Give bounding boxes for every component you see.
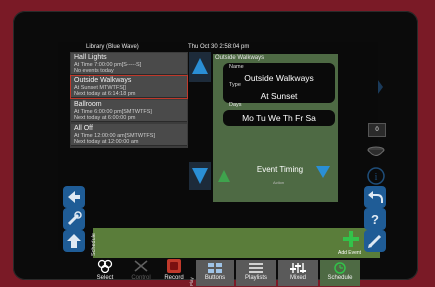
circles-icon [97, 259, 113, 273]
add-event-icon[interactable] [343, 231, 359, 247]
days-field[interactable]: Days Mo Tu We Th Fr Sa [223, 102, 335, 126]
control-label: Control [131, 275, 151, 281]
mixed-icon [290, 263, 306, 273]
record-button[interactable]: Record [161, 259, 187, 287]
screen: Library (Blue Wave) Thu Oct 30 2:58:04 p… [58, 42, 380, 286]
event-name: Hall Lights [74, 54, 107, 61]
tab-buttons-label: Buttons [204, 275, 226, 281]
svg-text:?: ? [371, 212, 379, 227]
schedule-label: Schedule [91, 233, 97, 256]
svg-text:i: i [375, 172, 378, 183]
undo-icon [368, 191, 383, 203]
library-title: Library (Blue Wave) [86, 44, 139, 50]
action-label: Action [273, 180, 285, 185]
clock: Thu Oct 30 2:58:04 pm [188, 44, 250, 50]
days-value: Mo Tu We Th Fr Sa [242, 113, 316, 123]
record-icon [167, 259, 181, 273]
wrench-icon [67, 211, 82, 226]
event-item[interactable]: All Off At Time 12:00:00 am[SMTWTFS] Nex… [71, 124, 187, 146]
event-item-selected[interactable]: Outside Walkways At Sunset MTWTFS[] Next… [70, 75, 188, 99]
undo-button[interactable] [364, 186, 386, 208]
help-button[interactable]: ? [364, 208, 386, 230]
play-label: Play [189, 277, 194, 286]
tab-playlists[interactable]: Playlists [236, 260, 276, 286]
add-event-button[interactable]: Add Event [338, 250, 361, 256]
select-button[interactable]: Select [92, 259, 118, 287]
event-next: Next today at 6:14:18 pm [74, 91, 136, 97]
record-label: Record [164, 275, 184, 281]
name-type-field[interactable]: Name Outside Walkways Type At Sunset [223, 63, 335, 103]
schedule-bar: Schedule Add Event [91, 228, 380, 258]
home-button[interactable] [63, 230, 85, 252]
event-list: Hall Lights At Time 7:00:00 pm[S-----S] … [70, 52, 188, 148]
buttons-icon [208, 263, 222, 273]
name-label: Name [229, 64, 244, 70]
arrow-up-icon [67, 234, 81, 248]
info-icon[interactable]: i [366, 166, 386, 186]
type-value: At Sunset [260, 91, 298, 101]
tab-mixed-label: Mixed [289, 275, 306, 281]
event-next: Next today at 6:00:00 pm [74, 115, 136, 121]
help-icon: ? [371, 212, 379, 227]
event-item[interactable]: Ballroom At Time 6:00:00 pm[SMTWTFS] Nex… [71, 100, 187, 122]
tab-mixed[interactable]: Mixed [278, 260, 318, 286]
event-item[interactable]: Hall Lights At Time 7:00:00 pm[S-----S] … [71, 53, 187, 75]
playlists-icon [249, 263, 263, 273]
event-name: Outside Walkways [74, 77, 132, 84]
tab-schedule[interactable]: Schedule [320, 260, 360, 286]
tab-schedule-label: Schedule [327, 275, 353, 281]
editor-header: Outside Walkways [215, 55, 265, 61]
event-timing-label[interactable]: Event Timing [245, 165, 315, 174]
edit-button[interactable] [364, 230, 386, 252]
list-scroll-up-button[interactable] [189, 52, 211, 82]
arrow-up-icon [192, 58, 208, 74]
event-next: No events today [74, 68, 114, 74]
timing-up-icon[interactable] [218, 170, 230, 182]
days-label: Days [229, 102, 242, 108]
event-name: All Off [74, 125, 93, 132]
arrow-left-icon [68, 191, 80, 203]
type-label: Type [229, 82, 241, 88]
tools-button[interactable] [63, 208, 85, 230]
pencil-icon [368, 234, 382, 248]
control-button[interactable]: Control [126, 259, 156, 287]
select-label: Select [96, 275, 114, 281]
tab-buttons[interactable]: Buttons [196, 260, 234, 286]
list-scroll-down-button[interactable] [189, 162, 211, 190]
tab-playlists-label: Playlists [244, 275, 267, 281]
arrow-down-icon [192, 168, 208, 184]
event-name: Ballroom [74, 101, 102, 108]
control-icon [134, 260, 148, 272]
event-next: Next today at 12:00:00 am [74, 139, 139, 145]
bowl-icon[interactable] [366, 145, 386, 161]
schedule-icon [334, 262, 346, 274]
timing-down-icon[interactable] [316, 166, 330, 178]
counter-badge: 0 [368, 123, 386, 137]
move-left-button[interactable] [63, 186, 85, 208]
top-bar: Library (Blue Wave) Thu Oct 30 2:58:04 p… [58, 42, 378, 52]
